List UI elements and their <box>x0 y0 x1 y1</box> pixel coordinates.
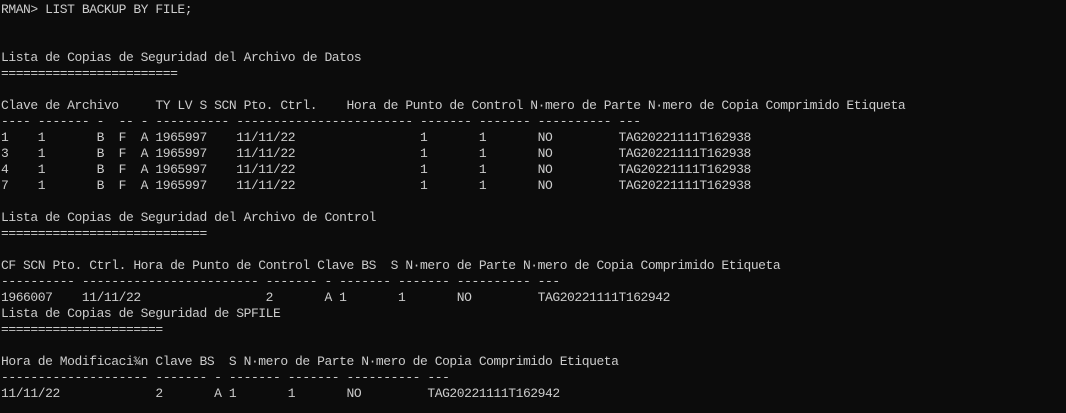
datafiles-table-row: 4 1 B F A 1965997 11/11/22 1 1 NO TAG202… <box>1 162 751 177</box>
datafiles-table-separator: ---- ------- - -- - ---------- ---------… <box>1 114 641 129</box>
controlfile-section-underline: ============================ <box>1 226 207 241</box>
controlfile-section-title: Lista de Copias de Seguridad del Archivo… <box>1 210 376 225</box>
datafiles-table-header: Clave de Archivo TY LV S SCN Pto. Ctrl. … <box>1 98 906 113</box>
spfile-table-separator: -------------------- ------- - ------- -… <box>1 370 450 385</box>
spfile-table-row: 11/11/22 2 A 1 1 NO TAG20221111T162942 <box>1 386 560 401</box>
datafiles-section-underline: ======================== <box>1 66 178 81</box>
controlfile-table-header: CF SCN Pto. Ctrl. Hora de Punto de Contr… <box>1 258 781 273</box>
datafiles-section-title: Lista de Copias de Seguridad del Archivo… <box>1 50 362 65</box>
command-prompt: RMAN> LIST BACKUP BY FILE; <box>1 2 193 17</box>
datafiles-table-row: 1 1 B F A 1965997 11/11/22 1 1 NO TAG202… <box>1 130 751 145</box>
terminal-window[interactable]: RMAN> LIST BACKUP BY FILE; Lista de Copi… <box>0 0 1066 413</box>
controlfile-table-separator: ---------- ------------------------ ----… <box>1 274 560 289</box>
spfile-section-underline: ====================== <box>1 322 163 337</box>
datafiles-table-row: 7 1 B F A 1965997 11/11/22 1 1 NO TAG202… <box>1 178 751 193</box>
datafiles-table-row: 3 1 B F A 1965997 11/11/22 1 1 NO TAG202… <box>1 146 751 161</box>
spfile-table-header: Hora de Modificaci¾n Clave BS S N·mero d… <box>1 354 619 369</box>
controlfile-table-row: 1966007 11/11/22 2 A 1 1 NO TAG20221111T… <box>1 290 670 305</box>
spfile-section-title: Lista de Copias de Seguridad de SPFILE <box>1 306 281 321</box>
